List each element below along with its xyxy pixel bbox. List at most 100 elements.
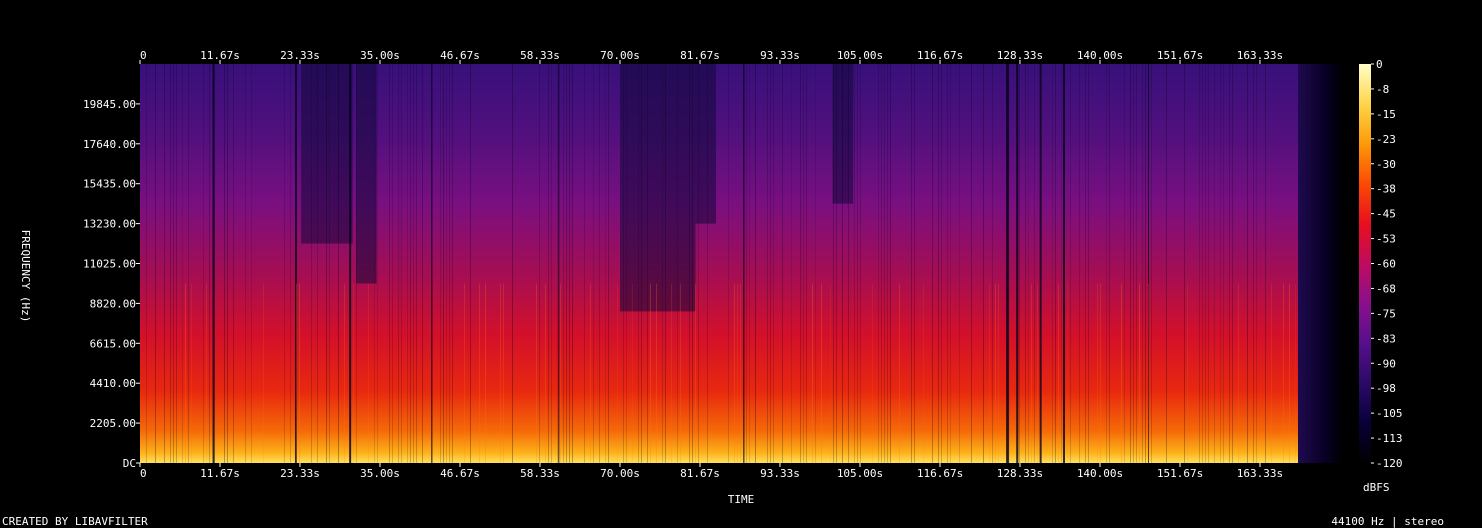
y-tick-label: 6615.00: [90, 337, 136, 350]
texture-line: [1109, 64, 1110, 463]
texture-line: [854, 64, 855, 463]
x-tick-label-top: 140.00s: [1077, 49, 1123, 62]
y-tick-label: 13230.00: [83, 218, 136, 231]
texture-line: [377, 64, 378, 463]
texture-line: [233, 64, 234, 463]
x-tick-label-top: 35.00s: [360, 49, 400, 62]
texture-line: [989, 283, 990, 463]
y-tick-label: DC: [123, 457, 136, 470]
texture-line: [995, 283, 996, 463]
colorbar-tick-label: -120: [1376, 457, 1403, 470]
y-tick-label: 2205.00: [90, 417, 136, 430]
texture-line: [1166, 64, 1167, 463]
texture-line: [500, 283, 501, 463]
texture-line: [329, 64, 330, 463]
texture-line: [311, 64, 312, 463]
texture-line: [1058, 283, 1059, 463]
texture-line: [842, 64, 843, 463]
texture-line: [773, 64, 774, 463]
texture-line: [878, 64, 879, 463]
texture-line: [1130, 64, 1131, 463]
texture-line: [401, 64, 402, 463]
texture-line: [941, 64, 942, 463]
texture-line: [1214, 64, 1215, 463]
texture-line: [1265, 64, 1266, 463]
texture-line: [548, 64, 549, 463]
spectrogram-chart: 0 11.67s 23.33s 35.00s 46.67s 58.33s 70.00s 81.…: [19, 49, 1403, 506]
texture-line: [512, 64, 513, 463]
texture-line: [1148, 283, 1149, 463]
texture-line: [734, 283, 735, 463]
texture-line: [539, 64, 540, 463]
texture-line: [185, 283, 186, 463]
texture-line: [641, 64, 642, 463]
texture-line: [1007, 64, 1008, 463]
y-tick-label: 19845.00: [83, 98, 136, 111]
texture-line: [317, 64, 318, 463]
texture-line: [605, 64, 606, 463]
texture-line: [1238, 283, 1239, 463]
y-tick-label: 15435.00: [83, 178, 136, 191]
texture-line: [350, 64, 351, 463]
x-tick-label-top: 58.33s: [520, 49, 560, 62]
texture-line: [887, 64, 888, 463]
texture-line: [608, 64, 609, 463]
texture-line: [440, 64, 441, 463]
texture-line: [290, 64, 291, 463]
colorbar-tick-label: -113: [1376, 432, 1403, 445]
texture-line: [1064, 64, 1065, 463]
texture-line: [689, 64, 690, 463]
y-tick-label: 4410.00: [90, 377, 136, 390]
spectrogram-fadeout-region: [1298, 64, 1340, 463]
texture-line: [170, 64, 171, 463]
texture-line: [422, 64, 423, 463]
texture-line: [410, 64, 411, 463]
credit-text: CREATED BY LIBAVFILTER: [2, 515, 148, 528]
texture-line: [1028, 64, 1029, 463]
texture-line: [584, 64, 585, 463]
x-tick-label-top: 70.00s: [600, 49, 640, 62]
texture-line: [1088, 64, 1089, 463]
texture-line: [959, 64, 960, 463]
texture-line: [671, 283, 672, 463]
texture-line: [164, 64, 165, 463]
texture-line: [803, 64, 804, 463]
texture-line: [356, 64, 357, 463]
texture-line: [812, 283, 813, 463]
texture-line: [950, 64, 951, 463]
texture-line: [464, 283, 465, 463]
texture-line: [1247, 64, 1248, 463]
texture-line: [830, 283, 831, 463]
x-tick-label-top: 151.67s: [1157, 49, 1203, 62]
texture-line: [203, 64, 204, 463]
colorbar-tick-label: -38: [1376, 183, 1396, 196]
texture-line: [938, 64, 939, 463]
texture-line: [1229, 64, 1230, 463]
texture-line: [326, 64, 327, 463]
x-tick-label-bottom: 11.67s: [200, 467, 240, 480]
texture-line: [446, 64, 447, 463]
colorbar-tick-label: -8: [1376, 83, 1389, 96]
texture-line: [860, 64, 861, 463]
texture-line: [452, 64, 453, 463]
texture-line: [632, 283, 633, 463]
x-tick-label-bottom: 105.00s: [837, 467, 883, 480]
colorbar-tick-label: -75: [1376, 307, 1396, 320]
texture-line: [245, 64, 246, 463]
texture-line: [212, 64, 213, 463]
texture-line: [848, 64, 849, 463]
texture-line: [224, 64, 225, 463]
x-tick-label-bottom: 0: [140, 467, 147, 480]
x-tick-label-top: 128.33s: [997, 49, 1043, 62]
texture-line: [836, 64, 837, 463]
texture-line: [947, 64, 948, 463]
texture-line: [815, 64, 816, 463]
texture-line: [1031, 283, 1032, 463]
texture-line: [1289, 283, 1290, 463]
texture-line: [881, 64, 882, 463]
texture-line: [833, 64, 834, 463]
x-tick-label-bottom: 81.67s: [680, 467, 720, 480]
texture-line: [746, 64, 747, 463]
texture-line: [1016, 64, 1017, 463]
texture-line: [188, 64, 189, 463]
